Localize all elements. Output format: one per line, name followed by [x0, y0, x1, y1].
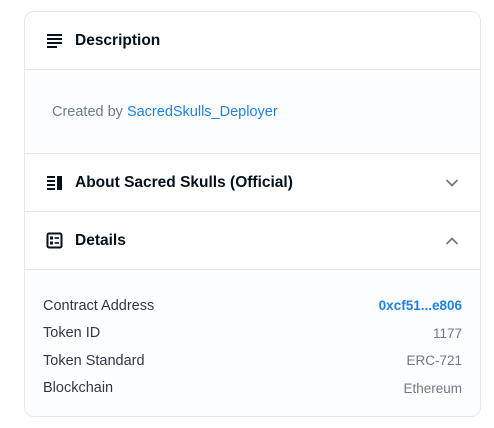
item-details-panel: Description Created by SacredSkulls_Depl…: [24, 11, 481, 417]
detail-label: Token Standard: [43, 352, 145, 369]
detail-row-contract-address: Contract Address 0xcf51...e806: [43, 292, 462, 320]
detail-label: Blockchain: [43, 380, 114, 397]
subject-lines-icon: [46, 32, 63, 49]
description-body: Created by SacredSkulls_Deployer: [25, 70, 480, 154]
chevron-down-icon[interactable]: [445, 176, 459, 190]
detail-row-token-standard: Token Standard ERC-721: [43, 347, 462, 375]
detail-value: 1177: [432, 325, 462, 341]
details-title: Details: [75, 231, 126, 249]
about-header[interactable]: About Sacred Skulls (Official): [25, 154, 480, 212]
detail-value: ERC-721: [406, 353, 462, 369]
created-by-label: Created by: [52, 103, 123, 120]
detail-label: Token ID: [43, 325, 101, 342]
vertical-split-icon: [46, 174, 63, 191]
detail-label: Contract Address: [43, 297, 155, 314]
detail-row-blockchain: Blockchain Ethereum: [43, 375, 462, 403]
about-title: About Sacred Skulls (Official): [75, 173, 293, 191]
chevron-up-icon[interactable]: [445, 234, 459, 248]
detail-row-token-id: Token ID 1177: [43, 320, 462, 348]
creator-link[interactable]: SacredSkulls_Deployer: [127, 104, 278, 120]
details-header[interactable]: Details: [25, 212, 480, 270]
ballot-icon: [46, 232, 63, 249]
details-body: Contract Address 0xcf51...e806 Token ID …: [25, 270, 480, 416]
detail-value: Ethereum: [403, 380, 462, 396]
contract-address-link[interactable]: 0xcf51...e806: [379, 298, 462, 313]
description-header[interactable]: Description: [25, 12, 480, 70]
description-title: Description: [75, 31, 161, 49]
